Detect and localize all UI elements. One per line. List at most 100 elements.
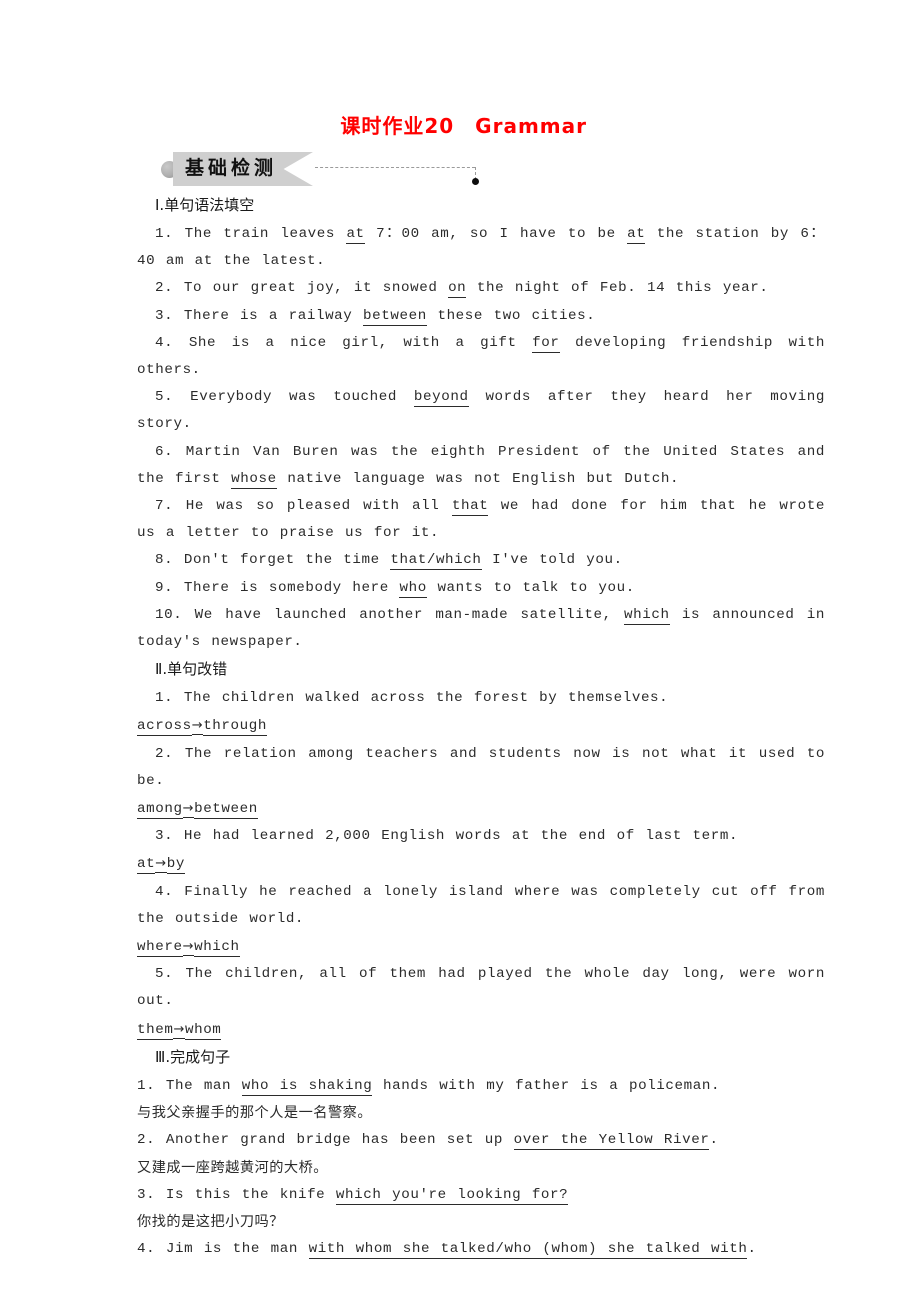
item-number: 1. <box>155 226 174 242</box>
section-banner: 基础检测 <box>137 150 757 190</box>
correction-to: through <box>203 718 267 737</box>
correction-from: them <box>137 1021 174 1040</box>
question-item: 2. To our great joy, it snowed on the ni… <box>137 275 825 302</box>
arrow-icon: → <box>173 1021 185 1039</box>
item-text: He had learned 2,000 English words at th… <box>183 828 739 845</box>
item-number: 3. <box>155 828 174 845</box>
question-item: 9. There is somebody here who wants to t… <box>137 575 825 602</box>
item-text: She is a nice girl, with a gift <box>188 334 533 351</box>
item-text: The children walked across the forest by… <box>183 690 669 707</box>
question-item: 7. He was so pleased with all that we ha… <box>137 493 825 547</box>
black-dot-icon <box>472 178 479 185</box>
question-item: 5. Everybody was touched beyond words af… <box>137 384 825 438</box>
item-text: I've told you. <box>481 552 623 569</box>
correction-line: across→through <box>137 712 825 740</box>
correction-to: whom <box>184 1021 222 1040</box>
item-text: . <box>747 1241 757 1258</box>
question-item: 2. The relation among teachers and stude… <box>137 741 825 795</box>
item-text: native language was not English but Dutc… <box>276 470 680 487</box>
item-number: 6. <box>155 443 174 460</box>
item-number: 1. <box>155 690 174 707</box>
item-text: Everybody was touched <box>190 389 414 406</box>
arrow-icon: → <box>191 718 204 736</box>
correction-to: which <box>194 939 240 958</box>
correction-line: where→which <box>137 933 825 961</box>
correction-to: by <box>166 856 185 875</box>
answer-blank: whose <box>231 470 277 489</box>
correction-to: between <box>194 801 258 820</box>
answer-blank: who <box>399 579 427 598</box>
question-item: 4. She is a nice girl, with a gift for d… <box>137 330 825 384</box>
question-item: 3. He had learned 2,000 English words at… <box>137 823 825 850</box>
item-number: 5. <box>155 966 174 983</box>
item-text: We have launched another man-made satell… <box>194 606 624 623</box>
translation-line: 你找的是这把小刀吗？ <box>137 1213 284 1230</box>
banner-leader-line <box>315 167 475 168</box>
item-number: 10. <box>155 606 183 623</box>
correction-line: among→between <box>137 795 825 823</box>
section-heading-2: Ⅱ.单句改错 <box>155 660 228 679</box>
item-text: He was so pleased with all <box>185 498 452 515</box>
worksheet-body: Ⅰ.单句语法填空 1. The train leaves at 7：00 am,… <box>137 192 825 1263</box>
correction-line: them→whom <box>137 1016 825 1044</box>
section-heading-1: Ⅰ.单句语法填空 <box>155 196 255 214</box>
question-item: 6. Martin Van Buren was the eighth Presi… <box>137 439 825 493</box>
item-text: The train leaves <box>184 226 347 242</box>
item-number: 2. <box>155 745 174 762</box>
item-number: 3. <box>137 1186 156 1203</box>
banner-label: 基础检测 <box>185 157 278 179</box>
item-text: . <box>709 1132 719 1149</box>
item-number: 4. <box>155 883 174 900</box>
question-item: 1. The children walked across the forest… <box>137 685 825 712</box>
question-item: 2. Another grand bridge has been set up … <box>137 1127 825 1154</box>
question-item: 5. The children, all of them had played … <box>137 961 825 1015</box>
item-number: 2. <box>155 280 174 297</box>
item-text: Jim is the man <box>165 1241 309 1258</box>
item-text: Is this the knife <box>165 1186 336 1203</box>
answer-blank: between <box>363 307 427 326</box>
item-text: Finally he reached a lonely island where… <box>137 883 825 927</box>
answer-blank: with whom she talked/who (whom) she talk… <box>308 1241 748 1260</box>
item-text: The children, all of them had played the… <box>137 966 825 1010</box>
answer-blank: on <box>448 280 467 299</box>
item-number: 4. <box>137 1241 156 1258</box>
item-number: 9. <box>155 579 174 596</box>
question-item: 3. There is a railway between these two … <box>137 303 825 330</box>
section-heading-3: Ⅲ.完成句子 <box>155 1047 231 1066</box>
question-item: 4. Finally he reached a lonely island wh… <box>137 879 825 933</box>
answer-blank: at <box>627 226 646 244</box>
answer-blank: who is shaking <box>241 1077 373 1096</box>
item-text: There is a railway <box>183 307 364 324</box>
answer-blank: at <box>346 226 365 244</box>
item-number: 3. <box>155 307 174 324</box>
question-item: 10. We have launched another man-made sa… <box>137 602 825 656</box>
item-text: hands with my father is a policeman. <box>372 1077 721 1094</box>
item-text: The relation among teachers and students… <box>137 745 825 789</box>
correction-from: where <box>137 939 183 958</box>
correction-from: among <box>137 801 183 820</box>
correction-from: at <box>137 856 156 875</box>
answer-blank: beyond <box>413 389 469 408</box>
answer-blank: over the Yellow River <box>513 1132 710 1151</box>
item-text: The man <box>165 1077 242 1094</box>
item-number: 2. <box>137 1132 156 1149</box>
worksheet-page: 课时作业20 Grammar 基础检测 Ⅰ.单句语法填空 1. The trai… <box>0 0 920 1302</box>
item-text: wants to talk to you. <box>426 579 635 596</box>
item-text: the night of Feb. 14 this year. <box>466 280 769 297</box>
item-number: 5. <box>155 389 174 406</box>
item-number: 4. <box>155 334 174 351</box>
item-text: 7：00 am, so I have to be <box>364 226 628 242</box>
item-text: these two cities. <box>426 307 596 324</box>
arrow-icon: → <box>155 856 167 874</box>
translation-line: 又建成一座跨越黄河的大桥。 <box>137 1159 328 1176</box>
item-text: Don't forget the time <box>183 552 391 569</box>
item-text: There is somebody here <box>183 579 400 596</box>
answer-blank: which <box>624 606 670 625</box>
page-title: 课时作业20 Grammar <box>340 114 587 138</box>
correction-line: at→by <box>137 850 825 878</box>
arrow-icon: → <box>182 939 195 957</box>
question-item: 1. The man who is shaking hands with my … <box>137 1073 825 1100</box>
item-text: To our great joy, it snowed <box>183 280 449 297</box>
answer-blank: for <box>532 334 560 353</box>
question-item: 4. Jim is the man with whom she talked/w… <box>137 1236 825 1263</box>
